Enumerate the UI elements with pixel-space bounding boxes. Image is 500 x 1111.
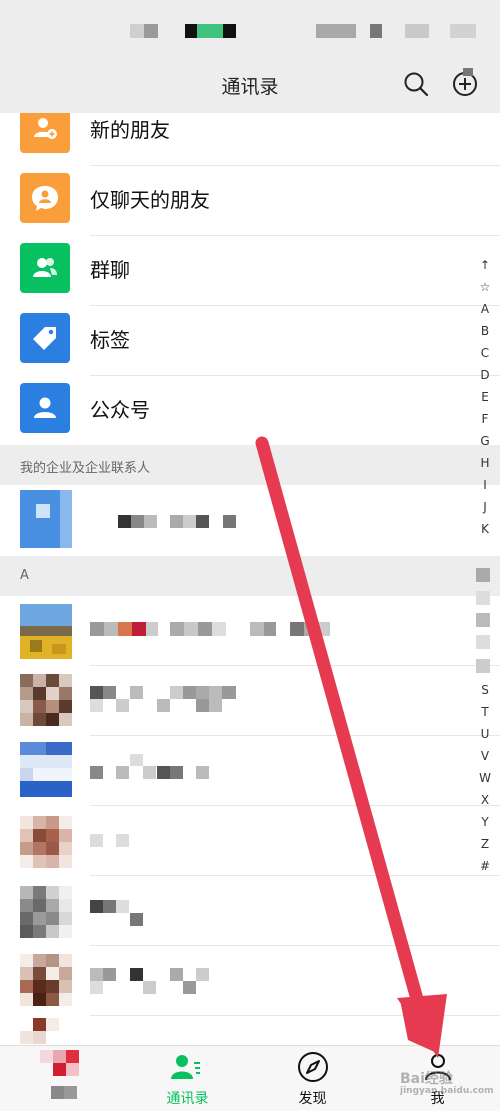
contact-list[interactable]: 新的朋友 仅聊天的朋友 群聊 标签 公众号 我的企业及企业联系人 A ↑ ☆ A…: [0, 113, 500, 1045]
row-label: 群聊: [90, 258, 130, 282]
status-pixel: [197, 24, 223, 38]
chat-only-friends-row[interactable]: 仅聊天的朋友: [0, 166, 500, 236]
avatar: [20, 954, 72, 1009]
contact-row[interactable]: [0, 666, 500, 736]
status-pixel: [450, 24, 476, 38]
alphabet-index-letter[interactable]: J: [472, 500, 498, 514]
alphabet-index-letter[interactable]: G: [472, 434, 498, 448]
contacts-icon: [171, 1055, 200, 1079]
alphabet-index-letter[interactable]: A: [472, 302, 498, 316]
avatar: [20, 674, 72, 729]
alphabet-index-letter[interactable]: #: [472, 859, 498, 873]
contact-row[interactable]: [0, 1016, 500, 1045]
alphabet-index-letter[interactable]: T: [472, 705, 498, 719]
enterprise-contact-row[interactable]: [0, 485, 500, 555]
add-circle-icon[interactable]: [449, 68, 481, 100]
contact-row[interactable]: [0, 596, 500, 666]
contact-row[interactable]: [0, 736, 500, 806]
tags-row[interactable]: 标签: [0, 306, 500, 376]
section-title: 我的企业及企业联系人: [20, 461, 151, 476]
alphabet-index-letter[interactable]: V: [472, 749, 498, 763]
add-friend-icon: [20, 113, 70, 153]
official-accounts-row[interactable]: 公众号: [0, 376, 500, 446]
status-bar: [0, 0, 500, 62]
alphabet-index-letter[interactable]: ☆: [472, 280, 498, 294]
alphabet-index-letter[interactable]: Z: [472, 837, 498, 851]
alphabet-index-letter[interactable]: K: [472, 522, 498, 536]
row-label: 公众号: [90, 398, 150, 422]
row-label: 仅聊天的朋友: [90, 188, 210, 212]
row-label: 标签: [90, 328, 130, 352]
tab-label: 通讯录: [166, 1091, 209, 1107]
nav-bar: 通讯录: [0, 62, 500, 113]
tab-contacts[interactable]: 通讯录: [125, 1046, 250, 1111]
person-icon: [20, 383, 70, 433]
status-pixel: [316, 24, 356, 38]
alphabet-index-letter[interactable]: B: [472, 324, 498, 338]
section-header-enterprise: 我的企业及企业联系人: [0, 445, 500, 485]
contact-row[interactable]: [0, 806, 500, 876]
avatar: [20, 886, 72, 941]
alphabet-index-letter[interactable]: U: [472, 727, 498, 741]
avatar: [20, 1018, 72, 1045]
group-chats-row[interactable]: 群聊: [0, 236, 500, 306]
section-header-a: A: [0, 556, 500, 596]
alphabet-index-letter[interactable]: D: [472, 368, 498, 382]
compass-icon: [298, 1052, 328, 1082]
group-icon: [20, 243, 70, 293]
tag-icon: [20, 313, 70, 363]
watermark-subtext: jingyan.baidu.com: [400, 1086, 494, 1096]
avatar: [20, 490, 72, 548]
alphabet-index-letter[interactable]: C: [472, 346, 498, 360]
alphabet-index-letter[interactable]: X: [472, 793, 498, 807]
alphabet-index-letter[interactable]: I: [472, 478, 498, 492]
contact-row[interactable]: [0, 946, 500, 1016]
alphabet-index-letter[interactable]: Y: [472, 815, 498, 829]
tab-chats[interactable]: [0, 1046, 125, 1111]
row-label: 新的朋友: [90, 118, 170, 142]
alphabet-index-letter[interactable]: W: [472, 771, 498, 785]
alphabet-index-letter[interactable]: ↑: [472, 258, 498, 272]
status-pixel: [144, 24, 158, 38]
status-pixel: [223, 24, 236, 38]
alphabet-index-letter[interactable]: S: [472, 683, 498, 697]
new-friends-row[interactable]: 新的朋友: [0, 113, 500, 166]
alphabet-index-letter[interactable]: F: [472, 412, 498, 426]
status-pixel: [370, 24, 382, 38]
search-icon[interactable]: [400, 68, 432, 100]
contact-row[interactable]: [0, 876, 500, 946]
section-title: A: [20, 568, 29, 583]
alphabet-index-letter[interactable]: H: [472, 456, 498, 470]
avatar: [20, 742, 72, 797]
avatar: [20, 604, 72, 659]
status-pixel: [130, 24, 144, 38]
chat-bubble-person-icon: [20, 173, 70, 223]
alphabet-index-letter[interactable]: E: [472, 390, 498, 404]
tab-label: 发现: [298, 1091, 327, 1107]
watermark-text: Bai经验: [400, 1071, 453, 1087]
avatar: [20, 816, 72, 871]
watermark: Bai经验 jingyan.baidu.com: [400, 1068, 494, 1096]
status-pixel: [185, 24, 197, 38]
status-pixel: [405, 24, 429, 38]
tab-discover[interactable]: 发现: [250, 1046, 375, 1111]
